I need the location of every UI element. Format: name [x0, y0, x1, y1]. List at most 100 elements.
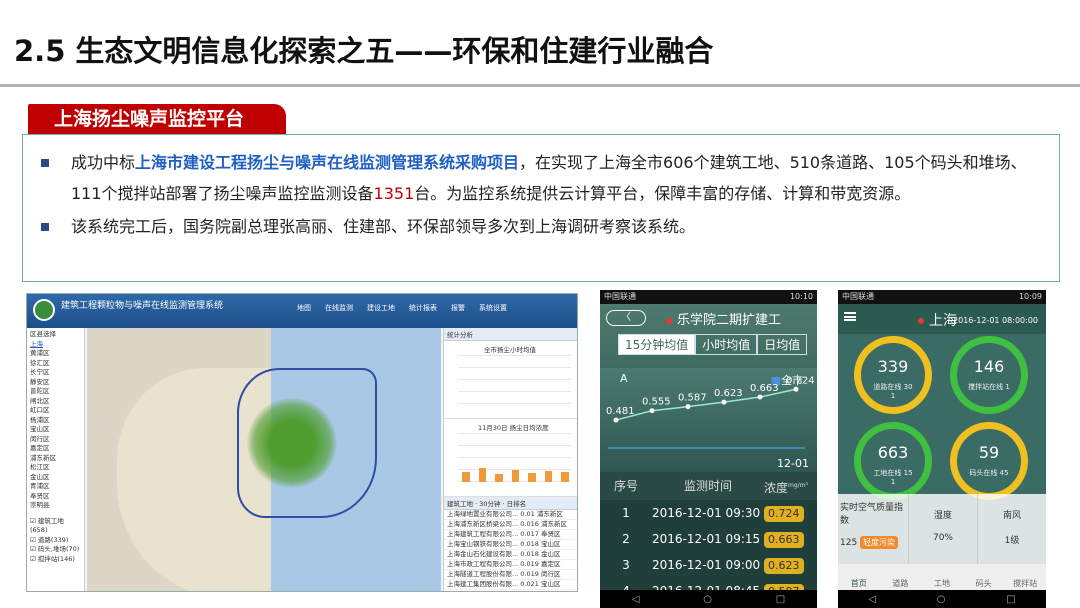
site-district: 宝山区 [540, 540, 561, 548]
table-row[interactable]: 上海浦东新区桥梁公司... 0.016 浦东新区 [444, 520, 577, 530]
menu-icon[interactable] [844, 312, 856, 321]
site-header: 〈 乐学院二期扩建工 15分钟均值 小时均值 日均值 [600, 304, 817, 368]
gauge-dock[interactable]: 59 码头在线 45 [950, 422, 1028, 500]
list-item[interactable]: 2 2016-12-01 09:15 0.663 [600, 526, 817, 552]
nav-settings[interactable]: 系统设置 [479, 303, 507, 313]
series-point-label: 0.481 [606, 406, 635, 417]
chart1-grid [458, 355, 571, 404]
concentration-chart: A ■全市 0.481 0.555 0.587 0.623 0.663 0.724 12-… [600, 368, 817, 472]
clock: 10:09 [1018, 292, 1042, 301]
wind-value: 1级 [1004, 536, 1020, 546]
status-bar: 中国联通 10:09 [838, 290, 1046, 304]
nav-online[interactable]: 在线监测 [325, 303, 353, 313]
layer-checkbox[interactable]: 搅拌站(146) [30, 555, 81, 565]
layer-checkbox[interactable]: 建筑工地(658) [30, 517, 81, 536]
district-item[interactable]: 普陀区 [30, 387, 81, 397]
square-bullet-icon [41, 159, 49, 167]
nav-alarm[interactable]: 报警 [451, 303, 465, 313]
gauge-label: 道路在线 30 [861, 382, 925, 392]
tab-site[interactable]: 工地 [921, 564, 963, 590]
table-row[interactable]: 上海绿地置业有限公司... 0.01 浦东新区 [444, 510, 577, 520]
nav-back-icon[interactable]: ◁ [632, 594, 640, 605]
district-item[interactable]: 崇明县 [30, 501, 81, 511]
district-item[interactable]: 金山区 [30, 473, 81, 483]
nav-sites[interactable]: 建设工地 [367, 303, 395, 313]
table-row[interactable]: 上海建筑工程有限公司... 0.017 奉贤区 [444, 530, 577, 540]
district-item[interactable]: 黄浦区 [30, 349, 81, 359]
table-row[interactable]: 上海宝山钢铁有限公司... 0.018 宝山区 [444, 540, 577, 550]
interval-tabs: 15分钟均值 小时均值 日均值 [618, 334, 808, 355]
gauge-value: 146 [973, 357, 1005, 376]
district-item[interactable]: 徐汇区 [30, 359, 81, 369]
district-item[interactable]: 青浦区 [30, 482, 81, 492]
gauge-construction[interactable]: 663 工地在线 15 1 [854, 422, 932, 500]
gauge-count: 15 [903, 469, 913, 477]
tab-mixing[interactable]: 搅拌站 [1004, 564, 1046, 590]
site-value: 0.017 [520, 530, 539, 538]
phone-site-detail: 中国联通 10:10 〈 乐学院二期扩建工 15分钟均值 小时均值 日均值 A … [600, 290, 817, 608]
table-row[interactable]: 上海建工集团股份有限... 0.021 宝山区 [444, 580, 577, 590]
district-item[interactable]: 浦东新区 [30, 454, 81, 464]
carrier: 中国联通 [604, 292, 636, 301]
tab-hourly[interactable]: 小时均值 [695, 334, 758, 355]
tab-road[interactable]: 道路 [880, 564, 922, 590]
district-item[interactable]: 虹口区 [30, 406, 81, 416]
list-item[interactable]: 3 2016-12-01 09:00 0.623 [600, 552, 817, 578]
nav-recent-icon[interactable]: □ [1006, 594, 1015, 605]
row-no: 3 [622, 558, 630, 572]
tab-home[interactable]: 首页 [838, 564, 880, 590]
gauge-mixing-station[interactable]: 146 搅拌站在线 1 [950, 336, 1028, 414]
nav-home-icon[interactable]: ○ [937, 594, 946, 605]
nav-back-icon[interactable]: ◁ [868, 594, 876, 605]
back-button[interactable]: 〈 [606, 310, 646, 326]
district-item[interactable]: 奉贤区 [30, 492, 81, 502]
district-item[interactable]: 长宁区 [30, 368, 81, 378]
tab-15min[interactable]: 15分钟均值 [618, 334, 696, 355]
table-row[interactable]: 上海金山石化建设有限... 0.018 金山区 [444, 550, 577, 560]
district-item[interactable]: 杨浦区 [30, 416, 81, 426]
district-item[interactable]: 闵行区 [30, 435, 81, 445]
region-city[interactable]: 上海 [30, 340, 81, 350]
district-item[interactable]: 嘉定区 [30, 444, 81, 454]
layer-checkbox[interactable]: 码头,堆场(70) [30, 545, 81, 555]
monitoring-map[interactable] [87, 328, 441, 591]
gauge-sub: 1 [890, 478, 896, 486]
tab-daily[interactable]: 日均值 [757, 334, 808, 355]
layer-checkbox[interactable]: 道路(339) [30, 536, 81, 546]
gauge-value: 59 [978, 443, 1000, 462]
tab-dock[interactable]: 码头 [963, 564, 1005, 590]
site-value: 0.019 [520, 570, 539, 578]
row-no: 1 [622, 506, 630, 520]
district-item[interactable]: 静安区 [30, 378, 81, 388]
district-item[interactable]: 闸北区 [30, 397, 81, 407]
bullet1-pre: 成功中标 [71, 153, 136, 172]
humidity-value: 70% [932, 533, 953, 543]
city-name: 上海 [918, 310, 957, 330]
site-district: 闵行区 [540, 570, 561, 578]
chart2-bars [462, 442, 570, 482]
nav-reports[interactable]: 统计报表 [409, 303, 437, 313]
phone-city-overview: 中国联通 10:09 上海 2016-12-01 08:00:00 339 道路… [838, 290, 1046, 608]
site-markers-cluster[interactable] [247, 398, 337, 488]
gauge-count: 1 [1005, 383, 1010, 391]
project-name: 上海市建设工程扬尘与噪声在线监测管理系统采购项目 [135, 153, 520, 172]
nav-recent-icon[interactable]: □ [776, 594, 785, 605]
aqi-label: 实时空气质量指数 [840, 503, 904, 526]
col-no: 序号 [613, 479, 638, 493]
title-text: 生态文明信息化探索之五——环保和住建行业融合 [75, 34, 714, 68]
nav-home-icon[interactable]: ○ [703, 594, 712, 605]
district-item[interactable]: 宝山区 [30, 425, 81, 435]
table-row[interactable]: 上海市政工程有限公司... 0.019 嘉定区 [444, 560, 577, 570]
gauge-road[interactable]: 339 道路在线 30 1 [854, 336, 932, 414]
title-divider [0, 84, 1080, 87]
site-value: 0.01 [520, 510, 535, 518]
nav-map[interactable]: 地图 [297, 303, 311, 313]
series-point [721, 399, 727, 405]
bar [561, 472, 570, 482]
section-badge: 上海扬尘噪声监控平台 [28, 104, 286, 134]
district-item[interactable]: 松江区 [30, 463, 81, 473]
gauge-label-text: 工地在线 [873, 469, 902, 477]
list-item[interactable]: 1 2016-12-01 09:30 0.724 [600, 500, 817, 526]
site-value: 0.016 [520, 520, 539, 528]
table-row[interactable]: 上海隧道工程股份有限... 0.019 闵行区 [444, 570, 577, 580]
